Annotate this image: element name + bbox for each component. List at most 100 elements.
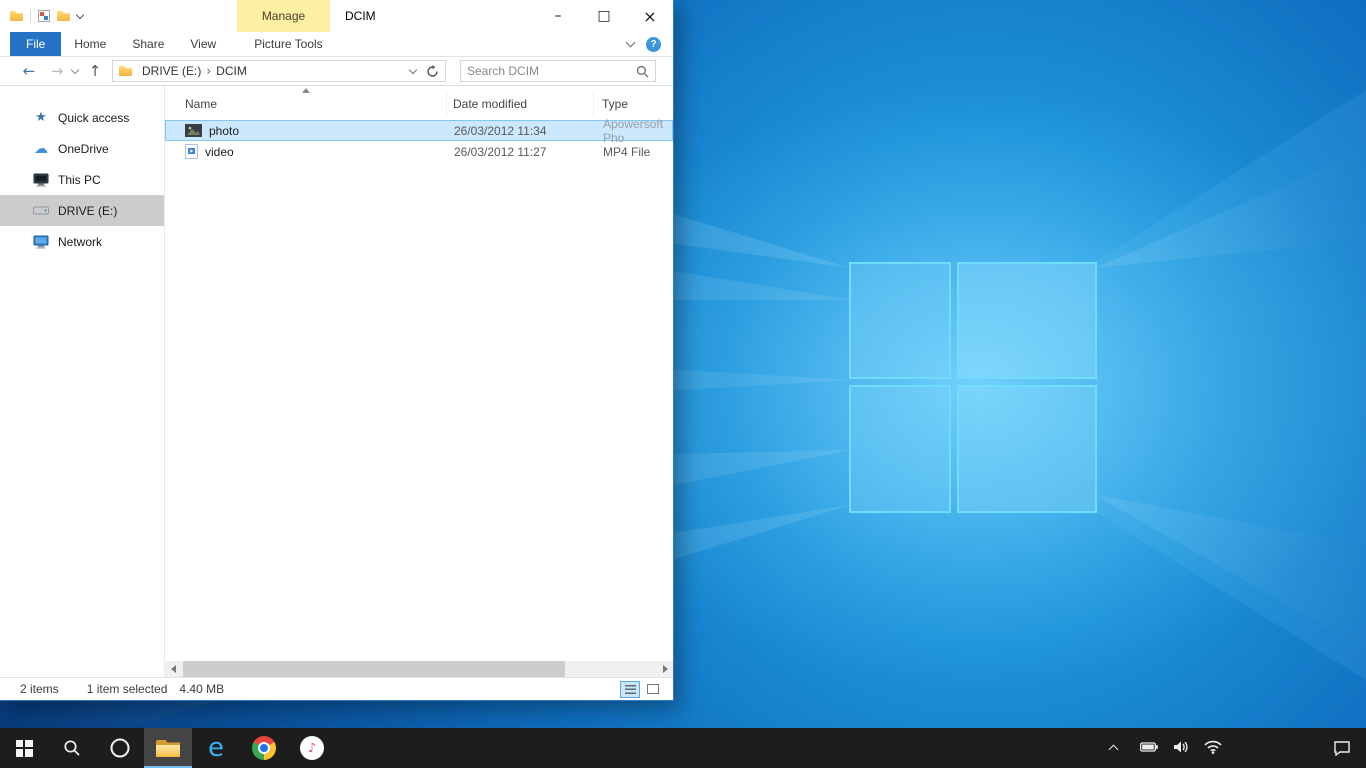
- sidebar-item-quick-access[interactable]: ★ Quick access: [0, 102, 164, 133]
- sidebar-item-label: This PC: [58, 173, 101, 187]
- address-dropdown-chevron-icon[interactable]: [409, 66, 417, 74]
- title-bar[interactable]: Manage DCIM – □ ×: [0, 0, 673, 32]
- back-button[interactable]: ←: [18, 62, 40, 80]
- quick-access-star-icon: ★: [33, 110, 49, 125]
- refresh-button[interactable]: [424, 65, 441, 78]
- sidebar-item-label: DRIVE (E:): [58, 204, 117, 218]
- location-folder-icon: [119, 66, 132, 76]
- search-box[interactable]: [460, 60, 656, 82]
- battery-icon[interactable]: [1140, 741, 1158, 755]
- column-header-type[interactable]: Type: [594, 92, 673, 116]
- tab-view[interactable]: View: [177, 32, 229, 56]
- volume-icon[interactable]: [1173, 740, 1189, 757]
- scrollbar-thumb[interactable]: [183, 661, 565, 677]
- cortana-button[interactable]: [96, 728, 144, 768]
- refresh-icon: [426, 65, 439, 78]
- photo-file-icon: [185, 124, 202, 137]
- file-explorer-window: Manage DCIM – □ × File Home Share View P…: [0, 0, 674, 701]
- show-hidden-icons-button[interactable]: [1101, 743, 1125, 753]
- breadcrumb-folder[interactable]: DCIM: [214, 64, 249, 78]
- tab-picture-tools[interactable]: Picture Tools: [241, 32, 335, 56]
- forward-button[interactable]: →: [46, 62, 68, 80]
- file-rows: photo 26/03/2012 11:34 Apowersoft Pho: [165, 120, 673, 661]
- taskbar-itunes-button[interactable]: ♪: [288, 728, 336, 768]
- search-icon[interactable]: [636, 65, 649, 78]
- sidebar-item-this-pc[interactable]: This PC: [0, 164, 164, 195]
- taskbar-chrome-button[interactable]: [240, 728, 288, 768]
- recent-locations-chevron-icon[interactable]: [71, 66, 79, 74]
- details-view-button[interactable]: [620, 681, 640, 698]
- sidebar-item-label: OneDrive: [58, 142, 109, 156]
- large-icons-view-button[interactable]: [643, 681, 663, 698]
- explorer-content: ★ Quick access ☁ OneDrive: [0, 86, 673, 677]
- onedrive-cloud-icon: ☁: [33, 141, 49, 157]
- file-explorer-icon: [156, 740, 180, 757]
- scroll-left-button[interactable]: [165, 661, 181, 677]
- sidebar-item-network[interactable]: Network: [0, 226, 164, 257]
- maximize-button[interactable]: □: [581, 0, 627, 32]
- itunes-icon: ♪: [300, 736, 324, 760]
- column-header-name[interactable]: Name: [165, 92, 447, 116]
- file-name: video: [205, 145, 234, 159]
- window-title: DCIM: [345, 0, 376, 32]
- column-header-date-modified[interactable]: Date modified: [447, 92, 594, 116]
- sidebar-item-drive-e[interactable]: DRIVE (E:): [0, 195, 164, 226]
- window-controls: – □ ×: [535, 0, 673, 32]
- sidebar-item-label: Network: [58, 235, 102, 249]
- file-name: photo: [209, 124, 239, 138]
- new-folder-icon[interactable]: [57, 11, 70, 21]
- toolbar-separator: [30, 9, 31, 23]
- horizontal-scrollbar[interactable]: [165, 661, 673, 677]
- address-bar[interactable]: DRIVE (E:) › DCIM: [112, 60, 446, 82]
- action-center-button[interactable]: [1318, 728, 1366, 768]
- tab-file[interactable]: File: [10, 32, 61, 56]
- wifi-icon[interactable]: [1204, 740, 1222, 757]
- file-date-modified: 26/03/2012 11:34: [448, 124, 595, 138]
- taskbar: e ♪: [0, 728, 1366, 768]
- system-tray: [1101, 728, 1222, 768]
- breadcrumb-separator-icon[interactable]: ›: [203, 64, 214, 78]
- minimize-button[interactable]: –: [535, 0, 581, 32]
- help-button[interactable]: ?: [646, 37, 661, 52]
- scroll-left-arrow-icon: [171, 665, 176, 673]
- up-button[interactable]: ↑: [84, 62, 106, 80]
- computer-icon: [33, 173, 49, 187]
- explorer-app-icon: [10, 11, 23, 21]
- scroll-right-button[interactable]: [657, 661, 673, 677]
- file-row-video[interactable]: video 26/03/2012 11:27 MP4 File: [165, 141, 673, 162]
- selected-size: 4.40 MB: [179, 682, 224, 696]
- view-toggle-buttons: [620, 681, 663, 698]
- search-input[interactable]: [461, 64, 636, 78]
- items-count: 2 items: [20, 682, 59, 696]
- properties-icon[interactable]: [38, 10, 50, 22]
- breadcrumb-drive[interactable]: DRIVE (E:): [140, 64, 203, 78]
- large-icons-view-icon: [647, 684, 659, 694]
- close-button[interactable]: ×: [627, 0, 673, 32]
- network-icon: [33, 235, 49, 249]
- manage-contextual-tab-header[interactable]: Manage: [237, 0, 330, 32]
- taskbar-file-explorer-button[interactable]: [144, 728, 192, 768]
- selected-items-info: 1 item selected: [87, 682, 168, 696]
- status-bar: 2 items 1 item selected 4.40 MB: [0, 677, 673, 700]
- ribbon-right-controls: ?: [627, 32, 673, 56]
- expand-ribbon-chevron-icon[interactable]: [626, 38, 636, 48]
- column-headers: Name Date modified Type: [165, 92, 673, 116]
- start-button[interactable]: [0, 728, 48, 768]
- details-view-icon: [625, 685, 636, 694]
- tab-home[interactable]: Home: [61, 32, 119, 56]
- search-icon: [63, 739, 81, 757]
- taskbar-search-button[interactable]: [48, 728, 96, 768]
- tab-share[interactable]: Share: [119, 32, 177, 56]
- sidebar-item-onedrive[interactable]: ☁ OneDrive: [0, 133, 164, 164]
- customize-toolbar-chevron-icon[interactable]: [76, 10, 84, 18]
- video-file-icon: [185, 144, 198, 159]
- file-row-photo[interactable]: photo 26/03/2012 11:34 Apowersoft Pho: [165, 120, 673, 141]
- chevron-up-icon: [1108, 745, 1118, 755]
- ribbon-tabs: File Home Share View Picture Tools ?: [0, 32, 673, 57]
- cortana-circle-icon: [109, 737, 131, 759]
- file-date-modified: 26/03/2012 11:27: [448, 145, 595, 159]
- taskbar-spacer: [1222, 728, 1318, 768]
- taskbar-internet-explorer-button[interactable]: e: [192, 728, 240, 768]
- scroll-right-arrow-icon: [663, 665, 668, 673]
- scrollbar-track[interactable]: [181, 661, 657, 677]
